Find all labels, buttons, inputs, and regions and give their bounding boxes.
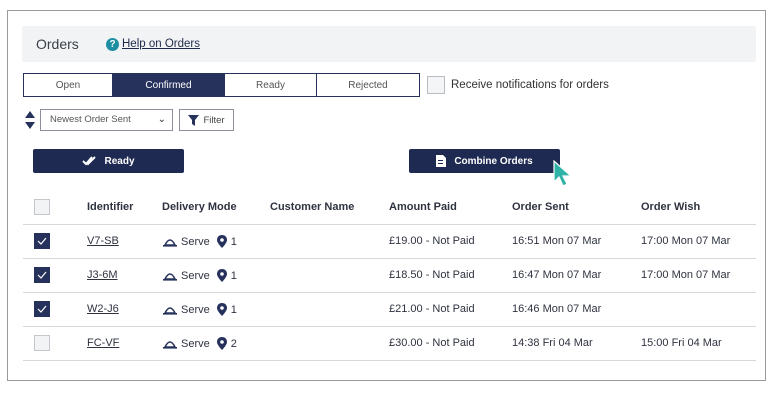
order-identifier-link[interactable]: W2-J6 [87,303,119,315]
delivery-mode: Serve 1 [163,303,237,316]
map-pin-icon [216,235,227,248]
status-tabs: Open Confirmed Ready Rejected [23,73,420,97]
tab-rejected[interactable]: Rejected [316,73,420,97]
tab-open[interactable]: Open [23,73,113,97]
table-number: 1 [230,303,237,316]
delivery-mode-label: Serve [181,337,210,350]
ready-button-label: Ready [104,155,135,167]
page-title: Orders [36,36,79,52]
map-pin-icon [216,337,227,350]
sort-arrows-icon[interactable] [24,110,36,130]
amount-paid: £21.00 - Not Paid [389,303,475,315]
tab-ready[interactable]: Ready [224,73,317,97]
notifications-checkbox[interactable] [427,76,445,94]
tab-confirmed[interactable]: Confirmed [112,73,225,97]
checkmark-icon [37,305,47,313]
filter-label: Filter [203,114,225,126]
filter-button[interactable]: Filter [179,109,234,131]
order-sent: 16:47 Mon 07 Mar [512,269,602,281]
serve-cloche-icon [163,306,177,315]
question-circle-icon[interactable]: ? [106,38,119,51]
select-all-checkbox[interactable] [34,199,50,215]
serve-cloche-icon [163,238,177,247]
order-wish: 15:00 Fri 04 Mar [641,337,722,349]
chevron-down-icon: ⌄ [157,114,166,125]
ready-button[interactable]: Ready [33,149,184,173]
column-header-order-wish[interactable]: Order Wish [641,201,700,213]
sort-select-value: Newest Order Sent [50,114,131,125]
combine-orders-label: Combine Orders [454,155,533,167]
checkmark-icon [37,237,47,245]
column-header-delivery-mode[interactable]: Delivery Mode [162,201,237,213]
column-header-customer-name[interactable]: Customer Name [270,201,354,213]
orders-header: Orders ? Help on Orders [22,26,756,62]
amount-paid: £19.00 - Not Paid [389,235,475,247]
document-icon [436,155,447,167]
order-sent: 14:38 Fri 04 Mar [512,337,593,349]
order-identifier-link[interactable]: V7-SB [87,235,119,247]
serve-cloche-icon [163,272,177,281]
order-wish: 17:00 Mon 07 Mar [641,235,731,247]
column-header-identifier[interactable]: Identifier [87,201,133,213]
order-identifier-link[interactable]: FC-VF [87,337,119,349]
order-identifier-link[interactable]: J3-6M [87,269,118,281]
checkmark-icon [37,271,47,279]
map-pin-icon [216,303,227,316]
help-link[interactable]: Help on Orders [122,38,200,50]
table-row[interactable]: W2-J6 £21.00 - Not Paid 16:46 Mon 07 Mar Se… [23,293,756,327]
delivery-mode: Serve 2 [163,337,237,350]
delivery-mode: Serve 1 [163,235,237,248]
order-wish: 17:00 Mon 07 Mar [641,269,731,281]
row-checkbox[interactable] [34,233,50,249]
amount-paid: £18.50 - Not Paid [389,269,475,281]
sort-select[interactable]: Newest Order Sent ⌄ [40,109,173,131]
table-row[interactable]: V7-SB £19.00 - Not Paid 16:51 Mon 07 Mar 17… [23,225,756,259]
column-header-order-sent[interactable]: Order Sent [512,201,569,213]
table-number: 1 [230,235,237,248]
table-row[interactable]: FC-VF £30.00 - Not Paid 14:38 Fri 04 Mar 15… [23,327,756,361]
serve-cloche-icon [163,340,177,349]
combine-orders-button[interactable]: Combine Orders [409,149,560,173]
delivery-mode-label: Serve [181,235,210,248]
delivery-mode-label: Serve [181,303,210,316]
table-row[interactable]: J3-6M £18.50 - Not Paid 16:47 Mon 07 Mar 17… [23,259,756,293]
notifications-label: Receive notifications for orders [451,79,609,91]
order-sent: 16:51 Mon 07 Mar [512,235,602,247]
amount-paid: £30.00 - Not Paid [389,337,475,349]
table-number: 2 [230,337,237,350]
column-header-amount-paid[interactable]: Amount Paid [389,201,457,213]
map-pin-icon [216,269,227,282]
funnel-icon [188,114,200,126]
table-number: 1 [230,269,237,282]
delivery-mode: Serve 1 [163,269,237,282]
mouse-cursor-icon [553,160,573,187]
row-checkbox[interactable] [34,301,50,317]
row-checkbox[interactable] [34,267,50,283]
double-check-icon [82,156,97,166]
order-sent: 16:46 Mon 07 Mar [512,303,602,315]
delivery-mode-label: Serve [181,269,210,282]
row-checkbox[interactable] [34,335,50,351]
